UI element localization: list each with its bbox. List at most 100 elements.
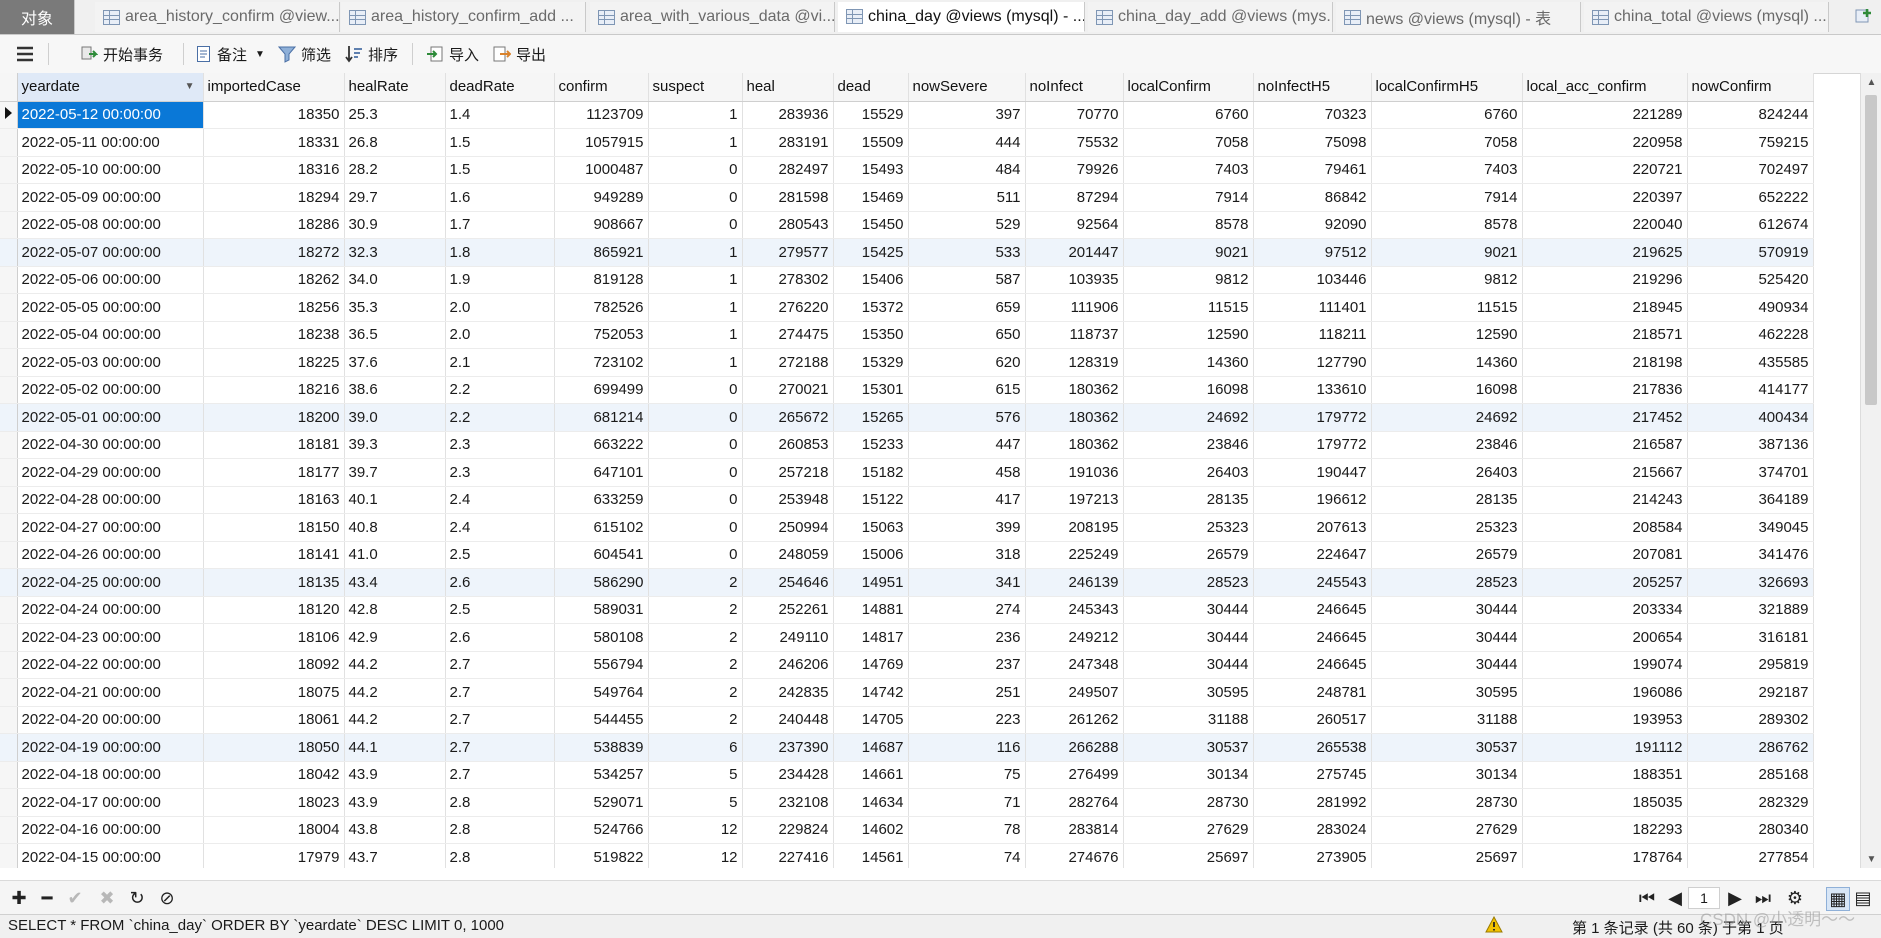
cell-local_acc_confirm[interactable]: 185035 — [1522, 788, 1688, 817]
cell-confirm[interactable]: 699499 — [554, 376, 649, 404]
cell-suspect[interactable]: 1 — [648, 128, 743, 157]
cell-deadRate[interactable]: 1.5 — [445, 128, 555, 157]
cell-noInfectH5[interactable]: 246645 — [1253, 651, 1372, 679]
cell-dead[interactable]: 15469 — [833, 183, 909, 212]
cell-local_acc_confirm[interactable]: 182293 — [1522, 816, 1688, 844]
cell-yeardate[interactable]: 2022-05-09 00:00:00 — [17, 183, 204, 212]
cell-heal[interactable]: 283191 — [742, 128, 834, 157]
cell-nowConfirm[interactable]: 387136 — [1687, 431, 1814, 459]
column-header-noInfect[interactable]: noInfect — [1025, 73, 1124, 102]
cell-nowSevere[interactable]: 529 — [908, 211, 1026, 239]
cell-dead[interactable]: 14661 — [833, 761, 909, 789]
cell-yeardate[interactable]: 2022-05-06 00:00:00 — [17, 266, 204, 294]
cell-deadRate[interactable]: 2.7 — [445, 651, 555, 679]
cell-nowSevere[interactable]: 236 — [908, 623, 1026, 652]
cell-importedCase[interactable]: 18272 — [203, 238, 345, 267]
cell-deadRate[interactable]: 2.7 — [445, 706, 555, 734]
cell-localConfirm[interactable]: 11515 — [1123, 293, 1254, 322]
cell-local_acc_confirm[interactable]: 218945 — [1522, 293, 1688, 322]
cell-noInfectH5[interactable]: 245543 — [1253, 568, 1372, 597]
table-row[interactable]: 2022-05-05 00:00:00 18256 35.3 2.0 782526 1 27… — [0, 293, 1814, 322]
cell-dead[interactable]: 15233 — [833, 431, 909, 459]
column-header-healRate[interactable]: healRate — [344, 73, 446, 102]
cell-healRate[interactable]: 44.2 — [344, 706, 446, 734]
cell-dead[interactable]: 14769 — [833, 651, 909, 679]
cell-yeardate[interactable]: 2022-04-15 00:00:00 — [17, 843, 204, 868]
cell-noInfect[interactable]: 261262 — [1025, 706, 1124, 734]
cell-deadRate[interactable]: 1.7 — [445, 211, 555, 239]
cell-suspect[interactable]: 0 — [648, 486, 743, 514]
cell-noInfectH5[interactable]: 246645 — [1253, 623, 1372, 652]
cell-nowSevere[interactable]: 587 — [908, 266, 1026, 294]
table-row[interactable]: 2022-05-02 00:00:00 18216 38.6 2.2 699499 0 27… — [0, 376, 1814, 404]
cell-suspect[interactable]: 1 — [648, 293, 743, 322]
cell-dead[interactable]: 14687 — [833, 733, 909, 762]
cell-localConfirm[interactable]: 6760 — [1123, 101, 1254, 129]
table-row[interactable]: 2022-05-08 00:00:00 18286 30.9 1.7 908667 0 28… — [0, 211, 1814, 239]
tab-objects[interactable]: 对象 — [0, 0, 75, 34]
import-button[interactable]: 导入 — [426, 42, 479, 66]
cell-heal[interactable]: 242835 — [742, 678, 834, 707]
cell-localConfirm[interactable]: 24692 — [1123, 403, 1254, 432]
row-indicator[interactable] — [0, 788, 18, 817]
cell-suspect[interactable]: 0 — [648, 541, 743, 569]
cell-heal[interactable]: 280543 — [742, 211, 834, 239]
cell-nowConfirm[interactable]: 702497 — [1687, 156, 1814, 184]
apply-changes-icon[interactable]: ✔ — [64, 887, 86, 909]
cell-healRate[interactable]: 28.2 — [344, 156, 446, 184]
cell-suspect[interactable]: 2 — [648, 623, 743, 652]
cell-importedCase[interactable]: 18141 — [203, 541, 345, 569]
table-row[interactable]: 2022-04-23 00:00:00 18106 42.9 2.6 580108 2 24… — [0, 623, 1814, 652]
cell-localConfirmH5[interactable]: 11515 — [1371, 293, 1523, 322]
cell-localConfirm[interactable]: 25697 — [1123, 843, 1254, 868]
cell-localConfirm[interactable]: 25323 — [1123, 513, 1254, 542]
table-row[interactable]: 2022-05-07 00:00:00 18272 32.3 1.8 865921 1 27… — [0, 238, 1814, 267]
table-row[interactable]: 2022-04-21 00:00:00 18075 44.2 2.7 549764 2 24… — [0, 678, 1814, 707]
cell-noInfect[interactable]: 180362 — [1025, 431, 1124, 459]
cell-dead[interactable]: 14705 — [833, 706, 909, 734]
cell-nowSevere[interactable]: 576 — [908, 403, 1026, 432]
table-row[interactable]: 2022-04-30 00:00:00 18181 39.3 2.3 663222 0 26… — [0, 431, 1814, 459]
row-indicator[interactable] — [0, 266, 18, 294]
table-row[interactable]: 2022-04-18 00:00:00 18042 43.9 2.7 534257 5 23… — [0, 761, 1814, 789]
row-indicator[interactable] — [0, 843, 18, 868]
cell-dead[interactable]: 15425 — [833, 238, 909, 267]
cell-noInfect[interactable]: 283814 — [1025, 816, 1124, 844]
table-row[interactable]: 2022-04-25 00:00:00 18135 43.4 2.6 586290 2 25… — [0, 568, 1814, 597]
cell-noInfect[interactable]: 92564 — [1025, 211, 1124, 239]
cell-yeardate[interactable]: 2022-05-02 00:00:00 — [17, 376, 204, 404]
row-indicator[interactable] — [0, 623, 18, 652]
cell-suspect[interactable]: 2 — [648, 678, 743, 707]
cell-nowSevere[interactable]: 223 — [908, 706, 1026, 734]
cell-importedCase[interactable]: 18050 — [203, 733, 345, 762]
cell-deadRate[interactable]: 2.4 — [445, 486, 555, 514]
cell-yeardate[interactable]: 2022-04-27 00:00:00 — [17, 513, 204, 542]
cell-local_acc_confirm[interactable]: 218198 — [1522, 348, 1688, 377]
column-header-nowSevere[interactable]: nowSevere — [908, 73, 1026, 102]
cell-deadRate[interactable]: 2.5 — [445, 541, 555, 569]
menu-icon[interactable] — [16, 42, 34, 66]
cell-importedCase[interactable]: 18225 — [203, 348, 345, 377]
cell-local_acc_confirm[interactable]: 220958 — [1522, 128, 1688, 157]
row-indicator[interactable] — [0, 293, 18, 322]
cell-localConfirm[interactable]: 28730 — [1123, 788, 1254, 817]
table-row[interactable]: 2022-05-09 00:00:00 18294 29.7 1.6 949289 0 28… — [0, 183, 1814, 212]
cell-heal[interactable]: 282497 — [742, 156, 834, 184]
cell-healRate[interactable]: 40.1 — [344, 486, 446, 514]
cell-nowConfirm[interactable]: 374701 — [1687, 458, 1814, 487]
cell-confirm[interactable]: 534257 — [554, 761, 649, 789]
cell-heal[interactable]: 274475 — [742, 321, 834, 349]
cell-suspect[interactable]: 0 — [648, 431, 743, 459]
cell-confirm[interactable]: 949289 — [554, 183, 649, 212]
column-header-deadRate[interactable]: deadRate — [445, 73, 555, 102]
cell-nowSevere[interactable]: 533 — [908, 238, 1026, 267]
cell-yeardate[interactable]: 2022-04-28 00:00:00 — [17, 486, 204, 514]
cell-dead[interactable]: 15301 — [833, 376, 909, 404]
cell-localConfirmH5[interactable]: 24692 — [1371, 403, 1523, 432]
cell-deadRate[interactable]: 1.4 — [445, 101, 555, 129]
cell-noInfectH5[interactable]: 111401 — [1253, 293, 1372, 322]
cell-localConfirmH5[interactable]: 28523 — [1371, 568, 1523, 597]
warning-icon[interactable] — [1485, 915, 1503, 938]
cell-local_acc_confirm[interactable]: 199074 — [1522, 651, 1688, 679]
cell-nowConfirm[interactable]: 289302 — [1687, 706, 1814, 734]
